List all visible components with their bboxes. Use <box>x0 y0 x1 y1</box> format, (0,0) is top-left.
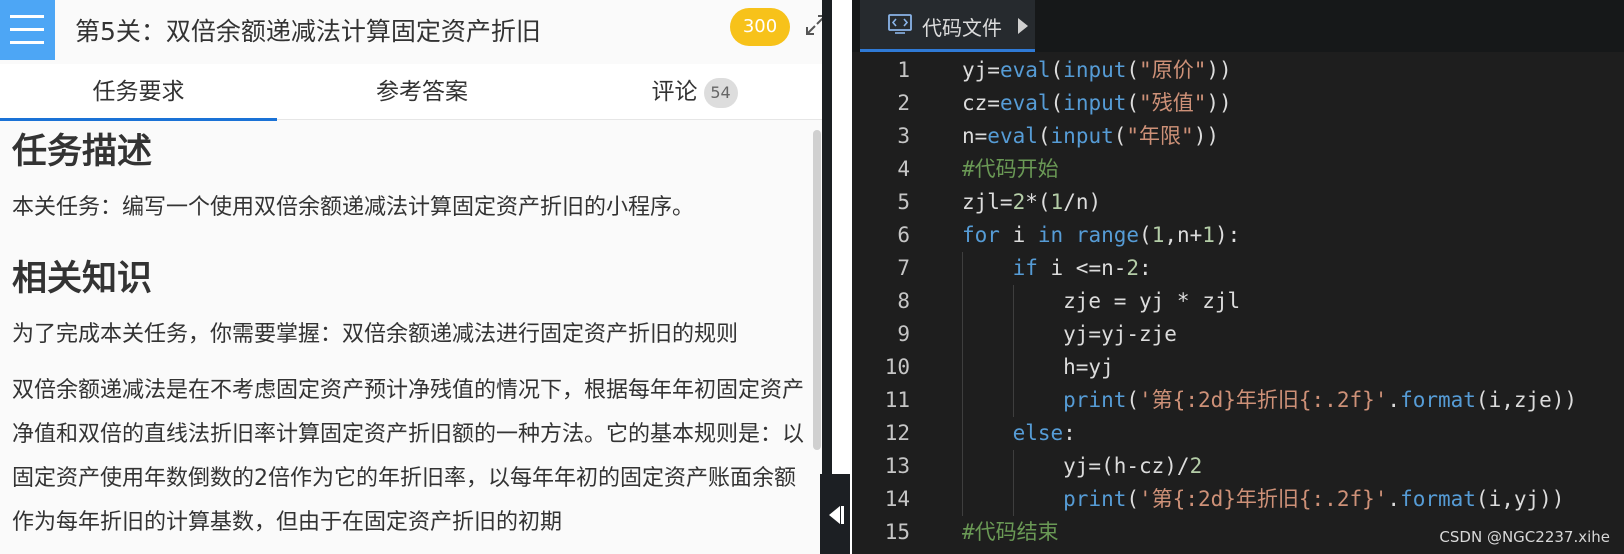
hamburger-menu-icon[interactable] <box>0 0 55 60</box>
expand-icon[interactable] <box>805 14 822 36</box>
score-badge: 300 <box>730 8 790 46</box>
code-line[interactable]: 9 yj=yj-zje <box>852 318 1624 351</box>
code-text: n=eval(input("年限")) <box>962 124 1219 148</box>
tab-label: 参考答案 <box>376 79 468 105</box>
csdn-watermark: CSDN @NGC2237.xihe <box>1439 528 1610 546</box>
line-number: 4 <box>897 157 910 181</box>
tab-label: 评论 <box>651 79 698 105</box>
tab-reference-answer[interactable]: 参考答案 <box>277 64 567 120</box>
code-text: #代码结束 <box>962 520 1059 544</box>
code-line[interactable]: 6 for i in range(1,n+1): <box>852 219 1624 252</box>
related-knowledge-detail: 双倍余额递减法是在不考虑固定资产预计净残值的情况下，根据每年年初固定资产净值和双… <box>12 378 805 535</box>
line-number: 1 <box>897 58 910 82</box>
collapse-panel-button[interactable] <box>820 474 850 554</box>
line-number: 7 <box>897 256 910 280</box>
code-text: #代码开始 <box>962 157 1059 181</box>
code-line[interactable]: 11 print('第{:2d}年折旧{:.2f}'.format(i,zje)… <box>852 384 1624 417</box>
pane-divider[interactable] <box>822 0 832 554</box>
line-number: 12 <box>884 421 910 445</box>
related-knowledge-text: 为了完成本关任务，你需要掌握：双倍余额递减法进行固定资产折旧的规则 <box>12 322 739 347</box>
code-line[interactable]: 14 print('第{:2d}年折旧{:.2f}'.format(i,yj)) <box>852 483 1624 516</box>
code-line[interactable]: 10 h=yj <box>852 351 1624 384</box>
tab-bar: 任务要求 参考答案 评论 54 <box>0 64 822 121</box>
line-number: 2 <box>897 91 910 115</box>
code-text: yj=eval(input("原价")) <box>962 58 1232 82</box>
page-title: 第5关：双倍余额递减法计算固定资产折旧 <box>75 17 541 46</box>
task-panel: 第5关：双倍余额递减法计算固定资产折旧 300 任务要求 参考答案 评论 54 任… <box>0 0 822 554</box>
section-heading-task-description: 任务描述 <box>12 132 153 172</box>
code-text: if i <=n-2: <box>1012 256 1152 280</box>
code-text: h=yj <box>962 355 1114 379</box>
code-line[interactable]: 4 #代码开始 <box>852 153 1624 186</box>
line-number: 5 <box>897 190 910 214</box>
line-number: 8 <box>897 289 910 313</box>
collapse-bar-icon <box>841 506 844 524</box>
line-number: 13 <box>884 454 910 478</box>
line-number: 15 <box>884 520 910 544</box>
code-line[interactable]: 3 n=eval(input("年限")) <box>852 120 1624 153</box>
code-line[interactable]: 1 yj=eval(input("原价")) <box>852 54 1624 87</box>
line-number: 6 <box>897 223 910 247</box>
collapse-arrow-icon <box>829 506 840 524</box>
code-editor[interactable]: 代码文件 1 yj=eval(input("原价")) 2 cz=eval(inpu… <box>852 0 1624 554</box>
code-area[interactable]: 1 yj=eval(input("原价")) 2 cz=eval(input("残值… <box>852 54 1624 549</box>
play-arrow-icon[interactable] <box>1018 18 1028 34</box>
code-line[interactable]: 13 yj=(h-cz)/2 <box>852 450 1624 483</box>
code-text: yj=yj-zje <box>962 322 1177 346</box>
task-content[interactable]: 任务描述 本关任务：编写一个使用双倍余额递减法计算固定资产折旧的小程序。 相关知… <box>0 121 816 554</box>
line-number: 10 <box>884 355 910 379</box>
code-file-icon <box>888 14 912 34</box>
code-line[interactable]: 2 cz=eval(input("残值")) <box>852 87 1624 120</box>
code-text: print('第{:2d}年折旧{:.2f}'.format(i,yj)) <box>1063 487 1565 511</box>
section-heading-related-knowledge: 相关知识 <box>12 259 153 299</box>
code-text: zjl=2*(1/n) <box>962 190 1102 214</box>
line-number: 3 <box>897 124 910 148</box>
code-line[interactable]: 7 if i <=n-2: <box>852 252 1624 285</box>
code-line[interactable]: 5 zjl=2*(1/n) <box>852 186 1624 219</box>
content-scrollbar[interactable] <box>813 130 821 450</box>
line-number: 14 <box>884 487 910 511</box>
code-text: yj=(h-cz)/2 <box>962 454 1203 478</box>
code-text: cz=eval(input("残值")) <box>962 91 1232 115</box>
line-number: 9 <box>897 322 910 346</box>
code-file-tab-label: 代码文件 <box>922 16 1002 40</box>
code-text: else: <box>1012 421 1076 445</box>
code-text: zje = yj * zjl <box>962 289 1241 313</box>
code-file-tab[interactable]: 代码文件 <box>860 0 1035 52</box>
code-text: print('第{:2d}年折旧{:.2f}'.format(i,zje)) <box>1063 388 1578 412</box>
top-bar: 第5关：双倍余额递减法计算固定资产折旧 300 <box>0 0 822 60</box>
code-text: for i in range(1,n+1): <box>962 223 1241 247</box>
tab-task-requirements[interactable]: 任务要求 <box>0 64 277 121</box>
editor-tab-bar: 代码文件 <box>852 0 1624 52</box>
task-description-text: 本关任务：编写一个使用双倍余额递减法计算固定资产折旧的小程序。 <box>12 195 695 220</box>
code-line[interactable]: 8 zje = yj * zjl <box>852 285 1624 318</box>
tab-label: 任务要求 <box>92 79 185 105</box>
line-number: 11 <box>884 388 910 412</box>
comment-count-badge: 54 <box>703 77 738 108</box>
tab-comments[interactable]: 评论 54 <box>567 64 822 120</box>
code-line[interactable]: 12 else: <box>852 417 1624 450</box>
